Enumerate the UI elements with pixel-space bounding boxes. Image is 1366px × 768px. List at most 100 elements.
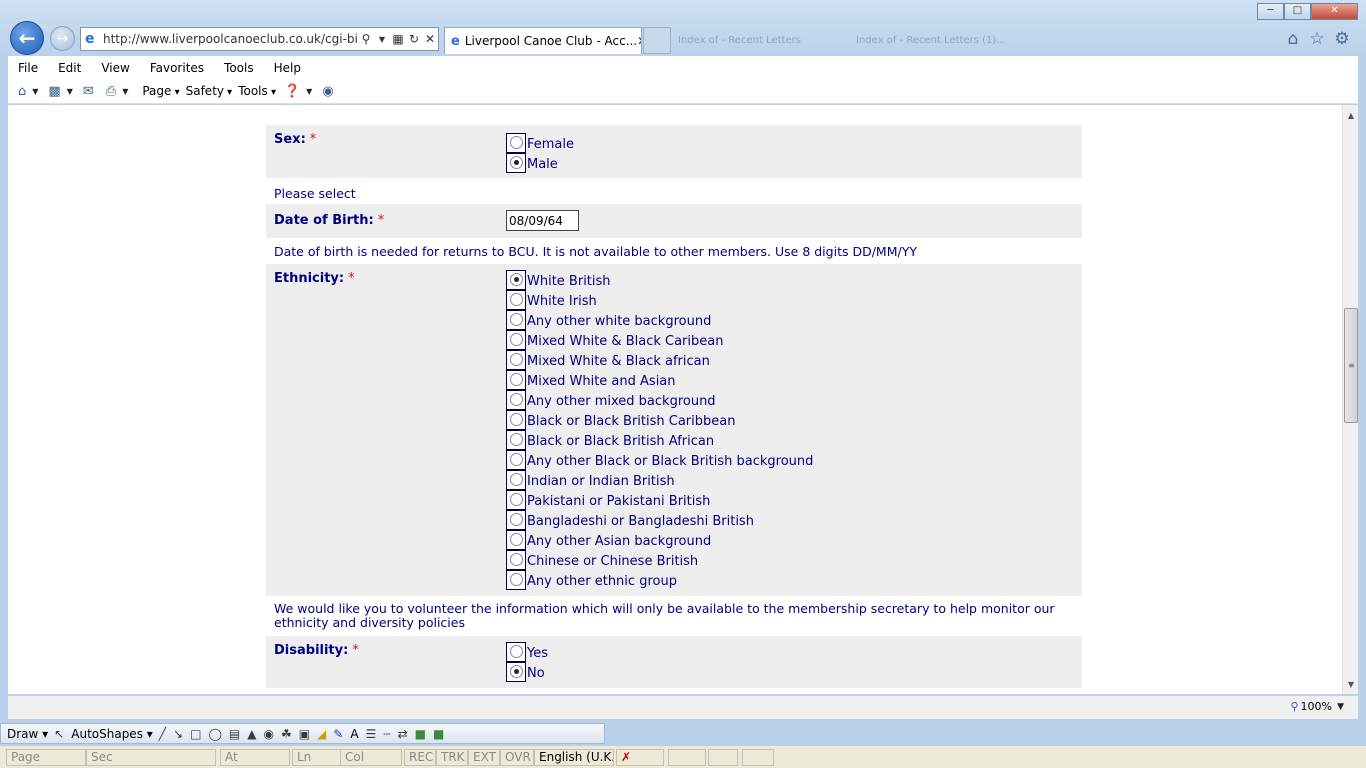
wordart-icon[interactable]: ▲ — [247, 727, 256, 741]
zoom-level[interactable]: ⚲ 100% — [1290, 700, 1332, 713]
radio-button[interactable] — [506, 133, 526, 153]
select-pointer-icon[interactable]: ↖ — [54, 727, 64, 741]
radio-button[interactable] — [506, 270, 526, 290]
clipart-icon[interactable]: ☘ — [281, 727, 292, 741]
gear-icon[interactable]: ⚙ — [1331, 29, 1353, 49]
menu-view[interactable]: View — [91, 61, 139, 75]
menu-file[interactable]: File — [8, 61, 48, 75]
spelling-check-icon[interactable]: ✗ — [616, 749, 664, 766]
home-icon[interactable]: ⌂ — [8, 84, 28, 99]
ethnicity-option[interactable]: Any other Black or Black British backgro… — [506, 450, 813, 470]
diagram-icon[interactable]: ◉ — [263, 727, 273, 741]
line-color-icon[interactable]: ✎ — [333, 727, 343, 741]
status-rec[interactable]: REC — [404, 749, 436, 766]
arrow-icon[interactable]: ↘ — [173, 727, 183, 741]
dropdown-arrow-icon[interactable]: ▼ — [302, 87, 320, 96]
menu-favorites[interactable]: Favorites — [140, 61, 214, 75]
draw-menu-button[interactable]: Draw ▾ — [7, 727, 48, 741]
ethnicity-option[interactable]: Any other white background — [506, 310, 813, 330]
radio-button[interactable] — [506, 153, 526, 173]
status-language[interactable]: English (U.K. — [534, 749, 614, 766]
scroll-down-arrow[interactable]: ▼ — [1343, 678, 1359, 692]
radio-button[interactable] — [506, 470, 526, 490]
ethnicity-option[interactable]: Black or Black British African — [506, 430, 813, 450]
disability-option-no[interactable]: No — [506, 662, 548, 682]
radio-button[interactable] — [506, 550, 526, 570]
favorites-star-icon[interactable]: ☆ — [1306, 29, 1328, 49]
compatibility-view-icon[interactable]: ▦ — [390, 32, 406, 46]
3d-style-icon[interactable]: ■ — [433, 727, 444, 741]
menu-tools[interactable]: Tools — [214, 61, 264, 75]
status-trk[interactable]: TRK — [436, 749, 468, 766]
zoom-dropdown-icon[interactable]: ▼ — [1337, 702, 1344, 712]
status-ext[interactable]: EXT — [468, 749, 500, 766]
ethnicity-option[interactable]: Chinese or Chinese British — [506, 550, 813, 570]
ethnicity-option[interactable]: Indian or Indian British — [506, 470, 813, 490]
help-icon[interactable]: ❓ — [276, 84, 302, 99]
ethnicity-option[interactable]: Mixed White & Black african — [506, 350, 813, 370]
fill-color-icon[interactable]: ◢ — [317, 727, 326, 741]
minimize-button[interactable]: ─ — [1257, 3, 1284, 20]
page-menu-button[interactable]: Page — [136, 84, 179, 98]
radio-button[interactable] — [506, 570, 526, 590]
line-style-icon[interactable]: ☰ — [366, 727, 377, 741]
ethnicity-option[interactable]: Pakistani or Pakistani British — [506, 490, 813, 510]
radio-button[interactable] — [506, 530, 526, 550]
dropdown-arrow-icon[interactable]: ▼ — [63, 87, 81, 96]
forward-button[interactable]: → — [50, 26, 75, 51]
radio-button[interactable] — [506, 310, 526, 330]
radio-button[interactable] — [506, 390, 526, 410]
textbox-icon[interactable]: ▤ — [229, 727, 240, 741]
print-icon[interactable]: ⎙ — [96, 84, 118, 99]
address-url[interactable]: http://www.liverpoolcanoeclub.co.uk/cgi-… — [103, 32, 358, 46]
close-window-button[interactable]: ✕ — [1311, 3, 1358, 20]
ethnicity-option[interactable]: Black or Black British Caribbean — [506, 410, 813, 430]
radio-button[interactable] — [506, 370, 526, 390]
tools-menu-button[interactable]: Tools — [232, 84, 276, 98]
sex-option-female[interactable]: Female — [506, 133, 574, 153]
ethnicity-option[interactable]: Any other ethnic group — [506, 570, 813, 590]
disability-option-yes[interactable]: Yes — [506, 642, 548, 662]
scroll-thumb[interactable]: ≡ — [1344, 308, 1358, 423]
radio-button[interactable] — [506, 450, 526, 470]
ethnicity-option[interactable]: White British — [506, 270, 813, 290]
menu-edit[interactable]: Edit — [48, 61, 91, 75]
oval-icon[interactable]: ◯ — [208, 727, 221, 741]
line-icon[interactable]: ╱ — [159, 727, 166, 741]
dropdown-arrow-icon[interactable]: ▼ — [28, 87, 46, 96]
new-tab-button[interactable] — [643, 27, 671, 54]
arrow-style-icon[interactable]: ⇄ — [398, 727, 408, 741]
radio-button[interactable] — [506, 330, 526, 350]
back-button[interactable]: ← — [10, 21, 44, 55]
menu-help[interactable]: Help — [264, 61, 311, 75]
stop-icon[interactable]: ✕ — [422, 32, 438, 46]
research-eye-icon[interactable]: ◉ — [320, 84, 335, 99]
ethnicity-option[interactable]: Any other Asian background — [506, 530, 813, 550]
home-icon[interactable]: ⌂ — [1282, 29, 1304, 49]
date-of-birth-input[interactable] — [506, 210, 579, 231]
dropdown-arrow-icon[interactable]: ▼ — [118, 87, 136, 96]
font-color-icon[interactable]: A — [350, 727, 358, 741]
ethnicity-option[interactable]: Mixed White & Black Caribean — [506, 330, 813, 350]
ethnicity-option[interactable]: Mixed White and Asian — [506, 370, 813, 390]
feeds-icon[interactable]: ▩ — [46, 84, 62, 99]
rectangle-icon[interactable]: □ — [190, 727, 201, 741]
address-bar[interactable]: e http://www.liverpoolcanoeclub.co.uk/cg… — [80, 27, 439, 51]
background-tab[interactable]: Index of - Recent Letters — [672, 27, 842, 54]
radio-button[interactable] — [506, 662, 526, 682]
vertical-scrollbar[interactable]: ▲ ≡ ▼ — [1342, 105, 1358, 694]
read-mail-icon[interactable]: ✉ — [81, 84, 96, 99]
dash-style-icon[interactable]: ┄ — [383, 727, 390, 741]
safety-menu-button[interactable]: Safety — [180, 84, 233, 98]
dropdown-arrow-icon[interactable]: ▼ — [374, 35, 390, 44]
background-tab[interactable]: Index of - Recent Letters (1)... — [850, 27, 1050, 54]
sex-option-male[interactable]: Male — [506, 153, 574, 173]
radio-button[interactable] — [506, 350, 526, 370]
autoshapes-menu-button[interactable]: AutoShapes ▾ — [71, 727, 153, 741]
radio-button[interactable] — [506, 290, 526, 310]
ethnicity-option[interactable]: Any other mixed background — [506, 390, 813, 410]
status-ovr[interactable]: OVR — [500, 749, 534, 766]
scroll-up-arrow[interactable]: ▲ — [1343, 109, 1359, 123]
refresh-icon[interactable]: ↻ — [406, 32, 422, 46]
close-tab-icon[interactable]: ✕ — [637, 34, 641, 48]
